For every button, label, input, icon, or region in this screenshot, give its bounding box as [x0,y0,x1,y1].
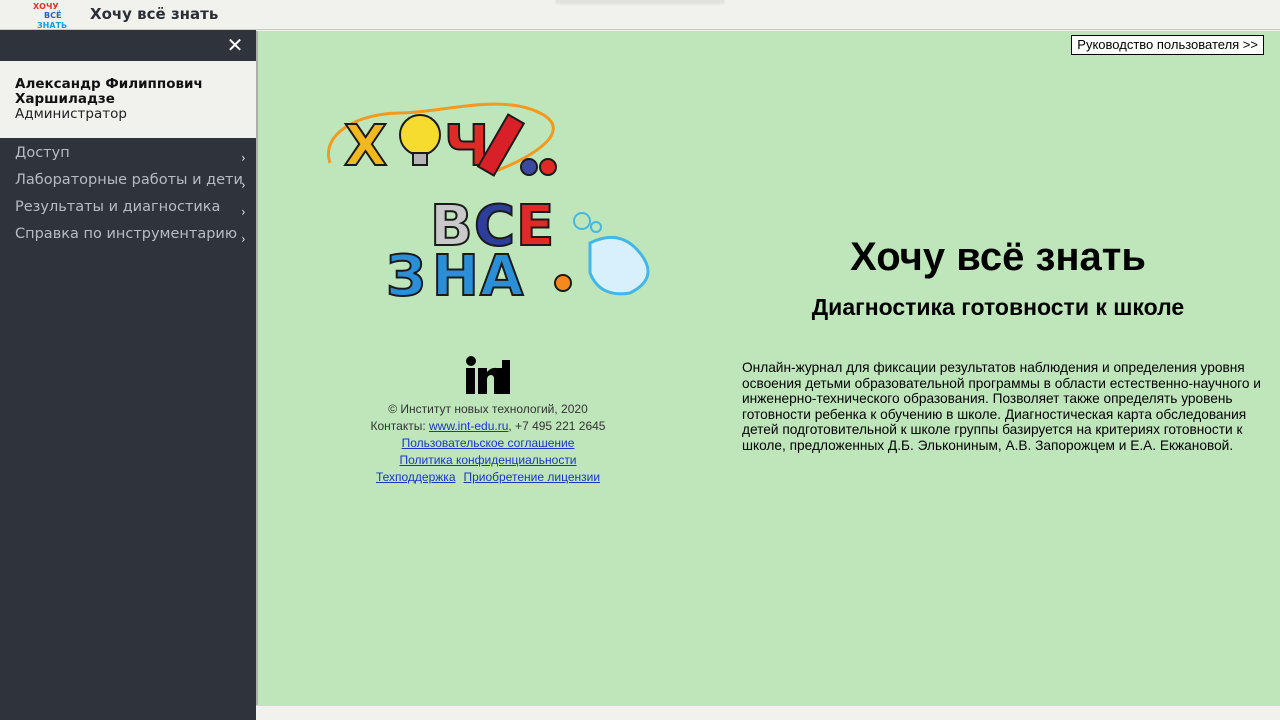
top-tab-shadow [556,0,724,2]
chevron-right-icon: › [241,205,246,219]
hochu-vse-znat-logo: Х Ч В С Е З Н А [326,102,650,305]
sidebar-item-label: Доступ [15,145,70,161]
contacts-prefix: Контакты: [370,419,430,433]
license-link[interactable]: Приобретение лицензии [464,470,601,484]
chevron-right-icon: › [241,151,246,165]
page-title: Хочу всё знать [850,235,1146,279]
sidebar-item-results[interactable]: Результаты и диагностика › [0,198,256,225]
bottom-strip [256,705,1280,720]
svg-text:ВСЁ: ВСЁ [44,10,61,20]
sidebar-item-label: Справка по инструментарию [15,226,238,242]
sidebar-item-lab-works[interactable]: Лабораторные работы и дети › [0,171,256,198]
hochu-vse-znat-logo-icon: ХОЧУ ВСЁ ЗНАТЬ [33,2,67,30]
main-content: Руководство пользователя >> Х Ч В С Е З … [256,31,1280,705]
sidebar-close-row: ✕ [0,30,256,61]
sidebar-item-toolkit-help[interactable]: Справка по инструментарию › [0,225,256,252]
close-sidebar-button[interactable]: ✕ [226,35,244,55]
svg-text:Х: Х [344,114,387,179]
user-role: Администратор [15,106,127,122]
copyright: © Институт новых технологий, 2020 [388,402,588,416]
svg-text:ЗНАТЬ: ЗНАТЬ [37,21,67,30]
app-title: Хочу всё знать [90,5,219,23]
contacts-phone: , +7 495 221 2645 [508,419,606,433]
sidebar-item-label: Лабораторные работы и дети [15,172,243,188]
website-link[interactable]: www.int-edu.ru [429,419,508,433]
user-name: Александр Филиппович Харшиладзе [15,76,203,107]
sidebar: ✕ Александр Филиппович Харшиладзе Админи… [0,30,256,720]
contacts-line: Контакты: www.int-edu.ru, +7 495 221 264… [338,418,638,435]
svg-text:А: А [480,244,524,305]
footer: © Институт новых технологий, 2020 Контак… [338,401,638,486]
top-bar: ХОЧУ ВСЁ ЗНАТЬ Хочу всё знать [0,0,1280,30]
sidebar-item-label: Результаты и диагностика [15,199,221,215]
chevron-right-icon: › [241,178,246,192]
page-subtitle: Диагностика готовности к школе [811,294,1185,320]
chevron-right-icon: › [241,232,246,246]
support-link[interactable]: Техподдержка [376,470,456,484]
user-agreement-link[interactable]: Пользовательское соглашение [402,436,575,450]
privacy-policy-link[interactable]: Политика конфиденциальности [399,453,576,467]
svg-text:Н: Н [432,244,479,305]
close-icon: ✕ [226,33,244,57]
int-logo [466,356,510,394]
svg-text:З: З [386,244,426,305]
sidebar-nav: Доступ › Лабораторные работы и дети › Ре… [0,138,256,252]
user-manual-button[interactable]: Руководство пользователя >> [1071,35,1264,55]
user-card: Александр Филиппович Харшиладзе Админист… [0,61,256,138]
svg-text:ХОЧУ: ХОЧУ [33,2,59,11]
description-text: Онлайн-журнал для фиксации результатов н… [742,360,1261,453]
sidebar-item-access[interactable]: Доступ › [0,144,256,171]
